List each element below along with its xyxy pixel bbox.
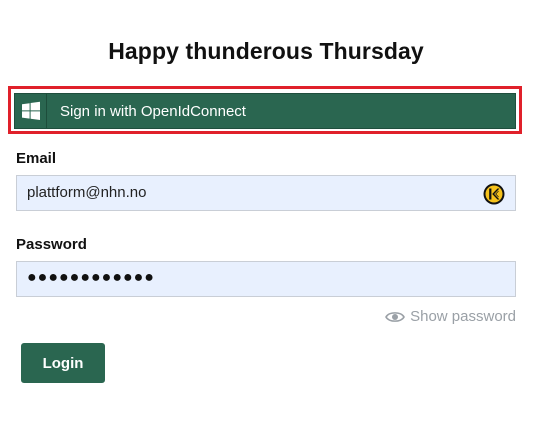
email-field[interactable]: plattform@nhn.no — [16, 175, 516, 211]
password-label: Password — [16, 236, 87, 253]
email-label: Email — [16, 150, 57, 167]
login-button[interactable]: Login — [21, 343, 105, 383]
show-password-toggle[interactable]: Show password — [385, 308, 516, 325]
page-title: Happy thunderous Thursday — [108, 38, 424, 64]
keeper-icon[interactable] — [483, 183, 505, 205]
oidc-signin-label: Sign in with OpenIdConnect — [60, 102, 246, 120]
eye-icon — [385, 311, 406, 322]
password-field[interactable]: ●●●●●●●●●●●● — [16, 261, 516, 297]
email-value: plattform@nhn.no — [27, 184, 147, 201]
show-password-label: Show password — [410, 308, 516, 325]
windows-icon — [15, 94, 47, 128]
oidc-signin-button[interactable]: Sign in with OpenIdConnect — [14, 93, 516, 129]
password-value: ●●●●●●●●●●●● — [27, 269, 155, 286]
